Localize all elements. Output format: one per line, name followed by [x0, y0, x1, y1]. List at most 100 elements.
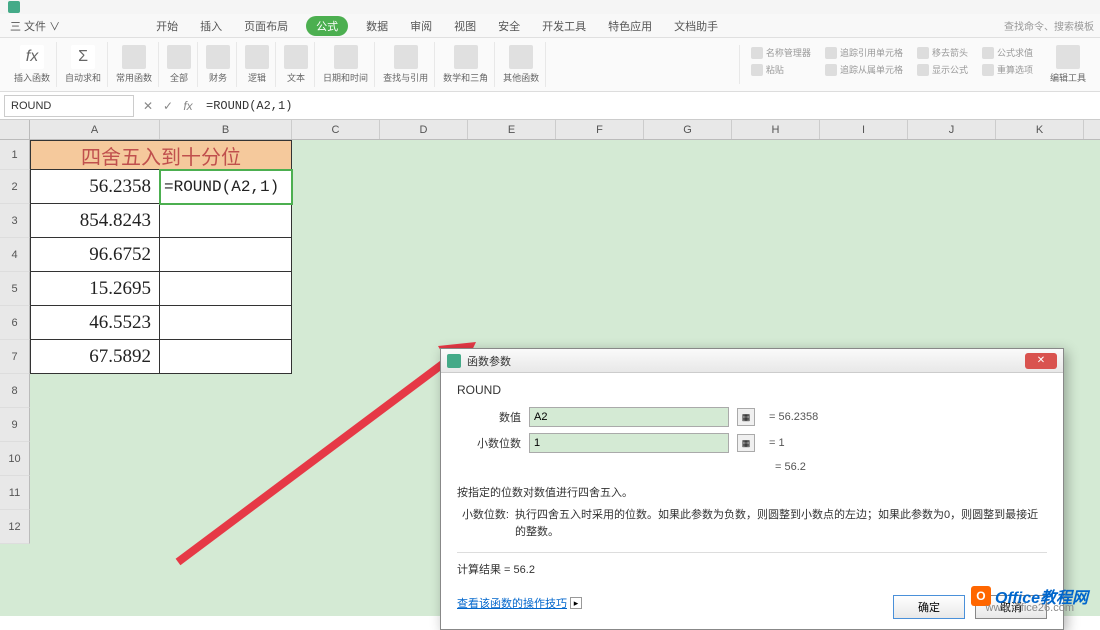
- row-header-5[interactable]: 5: [0, 272, 30, 306]
- ribbon-trace-dependents[interactable]: 追踪从属单元格: [822, 62, 906, 77]
- cell-b4[interactable]: [160, 238, 292, 272]
- col-header-j[interactable]: J: [908, 120, 996, 139]
- ribbon-datetime[interactable]: 日期和时间: [317, 42, 375, 87]
- datetime-icon: [334, 45, 358, 69]
- ribbon-remove-arrows[interactable]: 移去箭头: [914, 45, 971, 60]
- ribbon-paste[interactable]: 粘贴: [748, 62, 814, 77]
- ribbon-show-formulas[interactable]: 显示公式: [914, 62, 971, 77]
- cell-a4[interactable]: 96.6752: [30, 238, 160, 272]
- row-header-6[interactable]: 6: [0, 306, 30, 340]
- ribbon-all[interactable]: 全部: [161, 42, 198, 87]
- row-header-8[interactable]: 8: [0, 374, 30, 408]
- help-play-icon[interactable]: ▸: [570, 597, 582, 609]
- all-icon: [167, 45, 191, 69]
- menu-file[interactable]: 三 文件 ∨: [6, 16, 64, 36]
- accept-formula-button[interactable]: ✓: [158, 99, 178, 113]
- cell-a6[interactable]: 46.5523: [30, 306, 160, 340]
- col-header-f[interactable]: F: [556, 120, 644, 139]
- cell-b2[interactable]: =ROUND(A2,1): [160, 170, 292, 204]
- ribbon-evaluate[interactable]: 公式求值: [979, 45, 1036, 60]
- ribbon-insert-function[interactable]: fx插入函数: [8, 42, 57, 87]
- cancel-formula-button[interactable]: ✕: [138, 99, 158, 113]
- dialog-titlebar[interactable]: 函数参数 ✕: [441, 349, 1063, 373]
- cell-a2[interactable]: 56.2358: [30, 170, 160, 204]
- ribbon-edit-tools[interactable]: 编辑工具: [1044, 45, 1092, 84]
- row-header-12[interactable]: 12: [0, 510, 30, 544]
- ribbon-finance[interactable]: 财务: [200, 42, 237, 87]
- col-header-e[interactable]: E: [468, 120, 556, 139]
- row-header-3[interactable]: 3: [0, 204, 30, 238]
- cell-a7[interactable]: 67.5892: [30, 340, 160, 374]
- cell-b6[interactable]: [160, 306, 292, 340]
- menu-devtools[interactable]: 开发工具: [538, 16, 590, 36]
- param-desc-label: 小数位数:: [457, 507, 515, 542]
- col-header-c[interactable]: C: [292, 120, 380, 139]
- menu-security[interactable]: 安全: [494, 16, 524, 36]
- param-digits-input[interactable]: [529, 433, 729, 453]
- col-header-b[interactable]: B: [160, 120, 292, 139]
- select-all-corner[interactable]: [0, 120, 30, 139]
- range-picker-icon[interactable]: ▦: [737, 434, 755, 452]
- ribbon-lookup[interactable]: 查找与引用: [377, 42, 435, 87]
- row-header-4[interactable]: 4: [0, 238, 30, 272]
- col-header-k[interactable]: K: [996, 120, 1084, 139]
- trace-precedents-icon: [825, 47, 837, 59]
- ribbon-trace-precedents[interactable]: 追踪引用单元格: [822, 45, 906, 60]
- formula-input[interactable]: =ROUND(A2,1): [198, 99, 1100, 113]
- menu-insert[interactable]: 插入: [196, 16, 226, 36]
- name-box[interactable]: ROUND: [4, 95, 134, 117]
- star-icon: [122, 45, 146, 69]
- menu-view[interactable]: 视图: [450, 16, 480, 36]
- col-header-d[interactable]: D: [380, 120, 468, 139]
- cell-b7[interactable]: [160, 340, 292, 374]
- row-header-10[interactable]: 10: [0, 442, 30, 476]
- fx-button[interactable]: fx: [178, 99, 198, 113]
- col-header-i[interactable]: I: [820, 120, 908, 139]
- ribbon-math[interactable]: 数学和三角: [437, 42, 495, 87]
- column-headers: A B C D E F G H I J K: [0, 120, 1100, 140]
- ribbon-other[interactable]: 其他函数: [497, 42, 546, 87]
- param-number-label: 数值: [457, 409, 521, 425]
- cell-a1-b1-merged[interactable]: 四舍五入到十分位: [30, 140, 292, 170]
- ribbon-autosum[interactable]: Σ自动求和: [59, 42, 108, 87]
- row-header-2[interactable]: 2: [0, 170, 30, 204]
- col-header-h[interactable]: H: [732, 120, 820, 139]
- col-header-a[interactable]: A: [30, 120, 160, 139]
- row-header-7[interactable]: 7: [0, 340, 30, 374]
- menu-review[interactable]: 审阅: [406, 16, 436, 36]
- menu-special[interactable]: 特色应用: [604, 16, 656, 36]
- function-help-link[interactable]: 查看该函数的操作技巧: [457, 595, 567, 611]
- param-number-input[interactable]: [529, 407, 729, 427]
- cell-a3[interactable]: 854.8243: [30, 204, 160, 238]
- row-1: 1 四舍五入到十分位: [0, 140, 1100, 170]
- cell-b3[interactable]: [160, 204, 292, 238]
- row-5: 5 15.2695: [0, 272, 1100, 306]
- row-header-11[interactable]: 11: [0, 476, 30, 510]
- dialog-close-button[interactable]: ✕: [1025, 353, 1057, 369]
- ribbon-name-manager[interactable]: 名称管理器: [748, 45, 814, 60]
- cell-a5[interactable]: 15.2695: [30, 272, 160, 306]
- row-header-1[interactable]: 1: [0, 140, 30, 170]
- menu-data[interactable]: 数据: [362, 16, 392, 36]
- ribbon-common[interactable]: 常用函数: [110, 42, 159, 87]
- param-number-result: = 56.2358: [769, 411, 818, 423]
- cell-b5[interactable]: [160, 272, 292, 306]
- ribbon-recalc[interactable]: 重算选项: [979, 62, 1036, 77]
- search-input[interactable]: 查找命令、搜索模板: [1004, 18, 1094, 33]
- menu-dochelper[interactable]: 文档助手: [670, 16, 722, 36]
- range-picker-icon[interactable]: ▦: [737, 408, 755, 426]
- other-icon: [509, 45, 533, 69]
- menu-formula[interactable]: 公式: [306, 16, 348, 36]
- row-header-9[interactable]: 9: [0, 408, 30, 442]
- ribbon-text[interactable]: 文本: [278, 42, 315, 87]
- col-header-g[interactable]: G: [644, 120, 732, 139]
- paste-icon: [751, 64, 763, 76]
- edit-tools-icon: [1056, 45, 1080, 69]
- ok-button[interactable]: 确定: [893, 595, 965, 619]
- show-formulas-icon: [917, 64, 929, 76]
- ribbon-logic[interactable]: 逻辑: [239, 42, 276, 87]
- watermark-url: www.office26.com: [986, 602, 1074, 614]
- param-digits-result: = 1: [769, 437, 785, 449]
- menu-pagelayout[interactable]: 页面布局: [240, 16, 292, 36]
- menu-start[interactable]: 开始: [152, 16, 182, 36]
